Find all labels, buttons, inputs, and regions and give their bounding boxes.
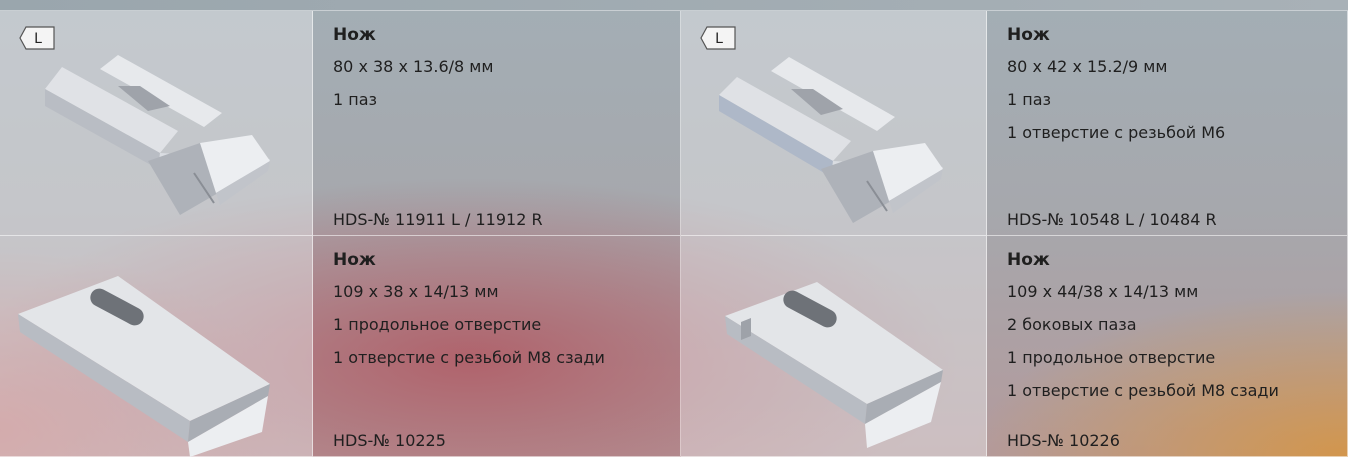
product-title: Нож bbox=[333, 250, 376, 270]
slotted-knife-icon bbox=[719, 57, 943, 223]
product-title: Нож bbox=[1007, 250, 1050, 270]
product-feature: 1 продольное отверстие bbox=[333, 315, 542, 334]
product-table-page: L Нож 80 x 38 x 13.6/8 мм 1 паз HDS-№ 11… bbox=[0, 0, 1348, 457]
product-article-number: HDS-№ 11911 L / 11912 R bbox=[333, 210, 543, 229]
product-image-cell-1: L bbox=[0, 11, 313, 236]
product-title: Нож bbox=[333, 25, 376, 45]
top-border bbox=[0, 0, 1348, 11]
product-dimensions: 109 x 38 x 14/13 мм bbox=[333, 282, 499, 301]
product-feature: 1 продольное отверстие bbox=[1007, 348, 1216, 367]
product-article-number: HDS-№ 10548 L / 10484 R bbox=[1007, 210, 1217, 229]
product-feature: 2 боковых паза bbox=[1007, 315, 1137, 334]
product-info-cell-4: Нож 109 x 44/38 x 14/13 мм 2 боковых паз… bbox=[987, 236, 1348, 457]
product-feature: 1 паз bbox=[1007, 90, 1052, 109]
long-hole-knife-icon bbox=[18, 276, 270, 457]
product-info-cell-2: Нож 80 x 42 x 15.2/9 мм 1 паз 1 отверсти… bbox=[987, 11, 1348, 236]
product-image-cell-2: L bbox=[681, 11, 987, 236]
product-info-cell-3: Нож 109 x 38 x 14/13 мм 1 продольное отв… bbox=[313, 236, 681, 457]
product-grid: L Нож 80 x 38 x 13.6/8 мм 1 паз HDS-№ 11… bbox=[0, 11, 1348, 457]
slotted-knife-icon bbox=[45, 55, 270, 215]
product-image-cell-4 bbox=[681, 236, 987, 457]
product-feature: 1 отверстие с резьбой М6 bbox=[1007, 123, 1226, 142]
product-feature: 1 паз bbox=[333, 90, 378, 109]
product-image-cell-3 bbox=[0, 236, 313, 457]
product-article-number: HDS-№ 10226 bbox=[1007, 431, 1120, 450]
product-dimensions: 80 x 38 x 13.6/8 мм bbox=[333, 57, 494, 76]
side-groove-knife-icon bbox=[725, 282, 943, 448]
product-article-number: HDS-№ 10225 bbox=[333, 431, 446, 450]
product-info-cell-1: Нож 80 x 38 x 13.6/8 мм 1 паз HDS-№ 1191… bbox=[313, 11, 681, 236]
product-dimensions: 80 x 42 x 15.2/9 мм bbox=[1007, 57, 1168, 76]
product-feature: 1 отверстие с резьбой М8 сзади bbox=[333, 348, 605, 367]
product-feature: 1 отверстие с резьбой М8 сзади bbox=[1007, 381, 1279, 400]
product-dimensions: 109 x 44/38 x 14/13 мм bbox=[1007, 282, 1199, 301]
product-title: Нож bbox=[1007, 25, 1050, 45]
